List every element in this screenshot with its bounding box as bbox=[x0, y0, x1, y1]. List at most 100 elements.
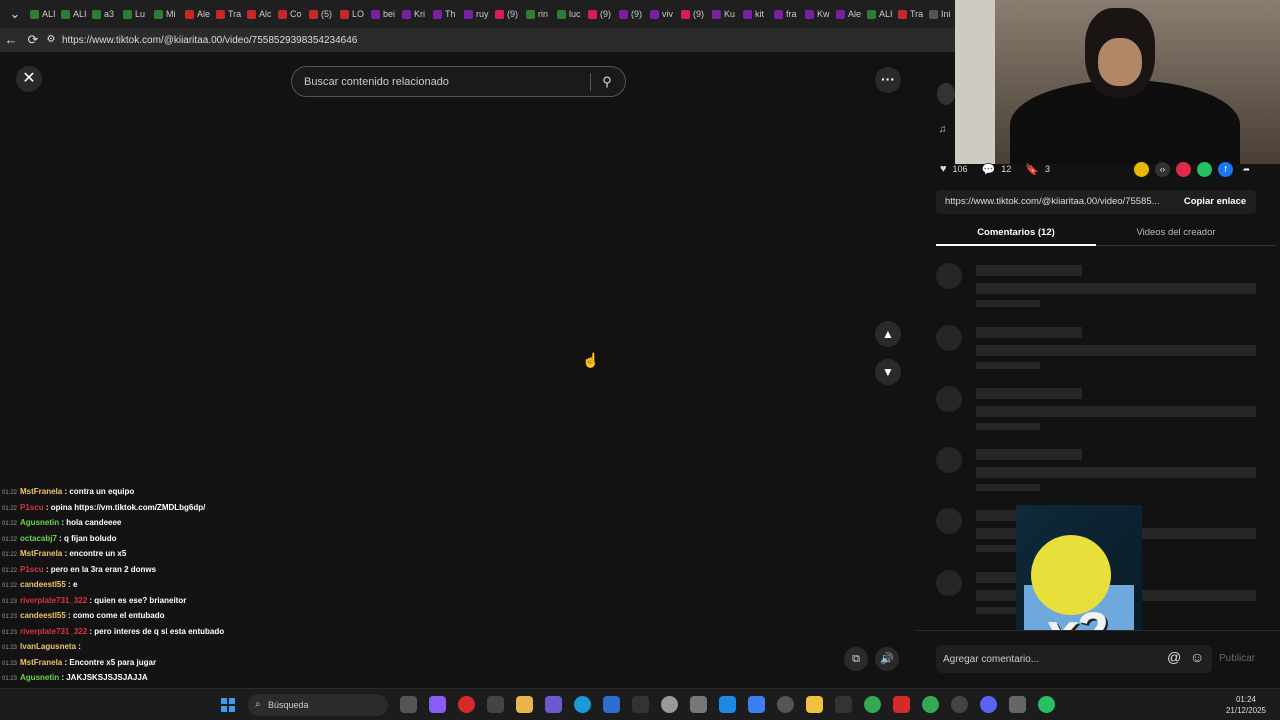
browser-tab[interactable]: Ale bbox=[181, 3, 212, 25]
browser-tab[interactable]: (9) bbox=[615, 3, 646, 25]
browser-tab[interactable]: luc bbox=[553, 3, 584, 25]
edge-icon[interactable] bbox=[574, 696, 591, 713]
browser-tab[interactable]: Ku bbox=[708, 3, 739, 25]
notepad-icon[interactable] bbox=[748, 696, 765, 713]
browser-tab[interactable]: Alc bbox=[243, 3, 274, 25]
browser-tab[interactable]: (9) bbox=[584, 3, 615, 25]
tab-favicon-icon bbox=[743, 9, 752, 19]
browser-tab[interactable]: Co bbox=[274, 3, 305, 25]
share-arrow-icon[interactable]: ➦ bbox=[1239, 162, 1254, 177]
file-explorer-icon[interactable] bbox=[516, 696, 533, 713]
facebook-icon[interactable]: f bbox=[1218, 162, 1233, 177]
store-icon[interactable] bbox=[487, 696, 504, 713]
chat-message: 01:22 MstFranela : encontre un x5 bbox=[0, 546, 318, 562]
browser-tab[interactable]: rin bbox=[522, 3, 553, 25]
browser-tab[interactable]: Tra bbox=[212, 3, 243, 25]
more-options-icon[interactable]: ··· bbox=[875, 67, 901, 93]
comment-icon[interactable]: 💬 bbox=[982, 163, 996, 176]
browser-tab[interactable]: ruy bbox=[460, 3, 491, 25]
browser-tab[interactable]: Kw bbox=[801, 3, 832, 25]
tab-favicon-icon bbox=[371, 9, 380, 19]
chat-message: 01:23 riverplate731_322 : pero interes de… bbox=[0, 624, 318, 640]
search-input[interactable] bbox=[302, 67, 587, 96]
url-field[interactable]: https://www.tiktok.com/@kiiaritaa.00/vid… bbox=[62, 35, 357, 46]
music-icon: ♫ bbox=[939, 124, 947, 135]
mention-icon[interactable]: @ bbox=[1167, 649, 1181, 665]
steam-icon[interactable] bbox=[777, 696, 794, 713]
browser-tab[interactable]: a3 bbox=[88, 3, 119, 25]
vscode-icon[interactable] bbox=[603, 696, 620, 713]
taskbar-search[interactable]: ⌕ Búsqueda bbox=[248, 694, 388, 716]
chat-message: 01:23 riverplate731_322 : quien es ese? b… bbox=[0, 593, 318, 609]
browser-tab[interactable]: ALI bbox=[57, 3, 88, 25]
browser-tab[interactable]: Th bbox=[429, 3, 460, 25]
recording-app-icon[interactable] bbox=[893, 696, 910, 713]
share-link-url[interactable]: https://www.tiktok.com/@kiiaritaa.00/vid… bbox=[945, 190, 1170, 214]
chrome-alt-icon[interactable] bbox=[922, 696, 939, 713]
tab-label: (9) bbox=[600, 9, 611, 19]
search-icon[interactable]: ⚲ bbox=[597, 72, 617, 92]
system-clock[interactable]: 01:24 21/12/2025 bbox=[1218, 694, 1274, 716]
copilot-icon[interactable] bbox=[429, 696, 446, 713]
app-c-icon[interactable] bbox=[632, 696, 649, 713]
browser-tab[interactable]: (9) bbox=[677, 3, 708, 25]
browser-tab[interactable]: ALI bbox=[26, 3, 57, 25]
taskbar-search-icon: ⌕ bbox=[255, 699, 261, 710]
paint-icon[interactable] bbox=[719, 696, 736, 713]
terminal-icon[interactable] bbox=[835, 696, 852, 713]
pen-app-icon[interactable] bbox=[545, 696, 562, 713]
tab-comments[interactable]: Comentarios (12) bbox=[936, 222, 1096, 246]
browser-tab[interactable]: LO bbox=[336, 3, 367, 25]
send-friends-icon[interactable] bbox=[1176, 162, 1191, 177]
browser-tab[interactable]: Kri bbox=[398, 3, 429, 25]
browser-tab[interactable]: bei bbox=[367, 3, 398, 25]
like-icon[interactable]: ♥ bbox=[940, 163, 947, 175]
browser-tab[interactable]: Ale bbox=[832, 3, 863, 25]
publish-button[interactable]: Publicar bbox=[1219, 653, 1255, 664]
embed-icon[interactable]: ‹› bbox=[1155, 162, 1170, 177]
calculator-icon[interactable] bbox=[1009, 696, 1026, 713]
previous-video-icon[interactable]: ▲ bbox=[875, 321, 901, 347]
browser-tab[interactable]: Tra bbox=[894, 3, 925, 25]
discord-icon[interactable] bbox=[980, 696, 997, 713]
whatsapp-taskbar-icon[interactable] bbox=[1038, 696, 1055, 713]
valorant-icon[interactable] bbox=[806, 696, 823, 713]
tab-creator-videos[interactable]: Videos del creador bbox=[1096, 222, 1256, 246]
tab-label: rin bbox=[538, 9, 549, 19]
browser-tab[interactable]: Ini bbox=[925, 3, 956, 25]
windows-start-icon[interactable] bbox=[221, 698, 235, 712]
comment-input[interactable] bbox=[941, 645, 1161, 673]
close-icon[interactable]: ✕ bbox=[16, 66, 42, 92]
whatsapp-icon[interactable] bbox=[1197, 162, 1212, 177]
volume-icon[interactable]: 🔊 bbox=[875, 647, 899, 671]
browser-tab[interactable]: ALI bbox=[863, 3, 894, 25]
emoji-icon[interactable]: ☺ bbox=[1190, 649, 1204, 665]
next-video-icon[interactable]: ▼ bbox=[875, 359, 901, 385]
browser-tab[interactable]: (5) bbox=[305, 3, 336, 25]
back-icon[interactable]: ← bbox=[0, 30, 22, 50]
site-info-icon[interactable]: ⚙ bbox=[44, 30, 58, 50]
opera-icon[interactable] bbox=[458, 696, 475, 713]
skeleton-bar bbox=[976, 362, 1040, 369]
chrome-icon[interactable] bbox=[864, 696, 881, 713]
creator-avatar[interactable] bbox=[937, 83, 955, 105]
tab-list-dropdown-icon[interactable]: ⌄ bbox=[4, 4, 26, 24]
picture-in-picture-icon[interactable]: ⧉ bbox=[844, 647, 868, 671]
browser-tab[interactable]: viv bbox=[646, 3, 677, 25]
browser-tab[interactable]: fra bbox=[770, 3, 801, 25]
obs-icon[interactable] bbox=[661, 696, 678, 713]
emoji-share-icon[interactable] bbox=[1134, 162, 1149, 177]
browser-tab[interactable]: (9) bbox=[491, 3, 522, 25]
browser-tab[interactable]: Mi bbox=[150, 3, 181, 25]
tab-label: (9) bbox=[693, 9, 704, 19]
chat-timestamp: 01:23 bbox=[2, 676, 18, 682]
browser-tab[interactable]: Lu bbox=[119, 3, 150, 25]
copy-link-button[interactable]: Copiar enlace bbox=[1174, 190, 1256, 214]
reload-icon[interactable]: ⟳ bbox=[22, 30, 44, 50]
tab-label: (9) bbox=[507, 9, 518, 19]
browser-tab[interactable]: kit bbox=[739, 3, 770, 25]
task-view-icon[interactable] bbox=[400, 696, 417, 713]
settings-icon[interactable] bbox=[690, 696, 707, 713]
media-player-icon[interactable] bbox=[951, 696, 968, 713]
bookmark-icon[interactable]: 🔖 bbox=[1025, 163, 1039, 176]
